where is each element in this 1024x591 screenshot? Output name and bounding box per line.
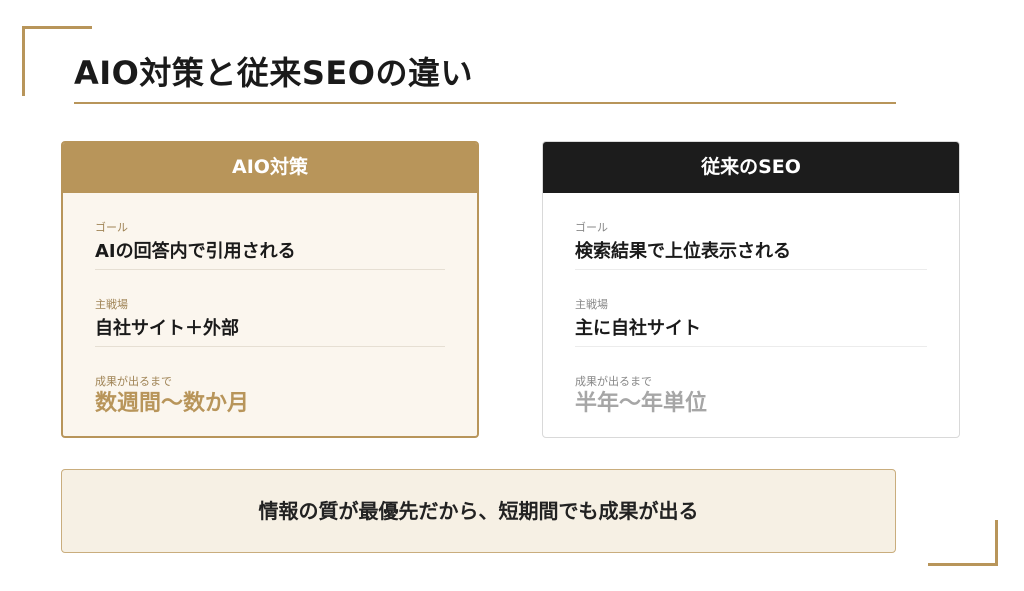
aio-field-label: 主戦場 bbox=[95, 298, 128, 311]
aio-time-row: 成果が出るまで 数週間〜数か月 bbox=[95, 347, 445, 424]
title-underline bbox=[74, 102, 896, 104]
aio-goal-label: ゴール bbox=[95, 221, 128, 234]
seo-field-row: 主戦場 主に自社サイト bbox=[575, 270, 927, 347]
aio-time-label: 成果が出るまで bbox=[95, 375, 172, 388]
aio-time-value: 数週間〜数か月 bbox=[95, 391, 250, 416]
aio-goal-row: ゴール AIの回答内で引用される bbox=[95, 193, 445, 270]
seo-time-label: 成果が出るまで bbox=[575, 375, 652, 388]
aio-card: AIO対策 ゴール AIの回答内で引用される 主戦場 自社サイト＋外部 成果が出… bbox=[61, 141, 479, 438]
seo-field-label: 主戦場 bbox=[575, 298, 608, 311]
seo-card: 従来のSEO ゴール 検索結果で上位表示される 主戦場 主に自社サイト 成果が出… bbox=[542, 141, 960, 438]
aio-field-value: 自社サイト＋外部 bbox=[95, 318, 239, 339]
summary-banner: 情報の質が最優先だから、短期間でも成果が出る bbox=[61, 469, 896, 553]
seo-field-value: 主に自社サイト bbox=[575, 318, 701, 339]
seo-card-body: ゴール 検索結果で上位表示される 主戦場 主に自社サイト 成果が出るまで 半年〜… bbox=[543, 193, 959, 424]
aio-card-header: AIO対策 bbox=[63, 143, 477, 193]
corner-bracket-bottom-right bbox=[928, 520, 998, 566]
seo-card-header: 従来のSEO bbox=[543, 142, 959, 193]
seo-time-row: 成果が出るまで 半年〜年単位 bbox=[575, 347, 927, 424]
seo-goal-row: ゴール 検索結果で上位表示される bbox=[575, 193, 927, 270]
seo-goal-value: 検索結果で上位表示される bbox=[575, 241, 791, 262]
seo-time-value: 半年〜年単位 bbox=[575, 391, 708, 416]
slide-title: AIO対策と従来SEOの違い bbox=[74, 54, 473, 92]
aio-goal-value: AIの回答内で引用される bbox=[95, 241, 296, 262]
aio-card-body: ゴール AIの回答内で引用される 主戦場 自社サイト＋外部 成果が出るまで 数週… bbox=[63, 193, 477, 424]
seo-goal-label: ゴール bbox=[575, 221, 608, 234]
aio-field-row: 主戦場 自社サイト＋外部 bbox=[95, 270, 445, 347]
